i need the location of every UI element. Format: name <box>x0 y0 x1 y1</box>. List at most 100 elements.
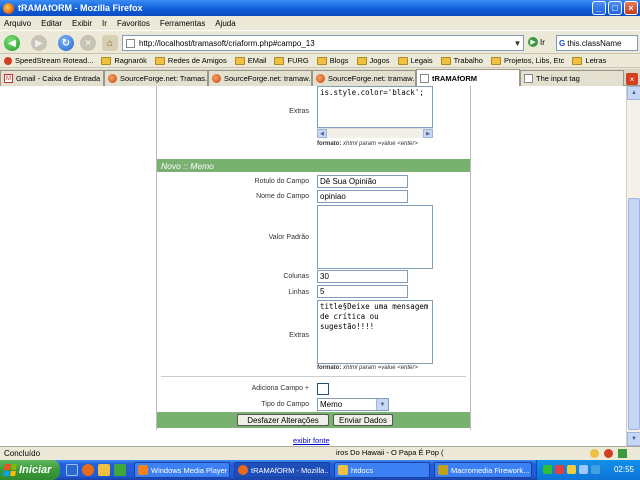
system-tray: 02:55 <box>536 460 640 480</box>
title-bar: tRAMAfORM - Mozilla Firefox _ □ × <box>0 0 640 16</box>
minimize-button[interactable]: _ <box>592 1 606 15</box>
desfazer-button[interactable]: Desfazer Alterações <box>237 414 329 426</box>
tab-sourceforge-1[interactable]: SourceForge.net: Tramas... <box>104 70 208 86</box>
menu-ferramentas[interactable]: Ferramentas <box>160 19 205 28</box>
format-hint-2: formato: xhtml param =value <enter> <box>317 365 418 371</box>
go-label: Ir <box>540 37 545 47</box>
colunas-input[interactable]: 30 <box>317 270 408 283</box>
clock: 02:55 <box>613 465 634 474</box>
close-tab-icon[interactable]: × <box>626 73 638 85</box>
menu-favoritos[interactable]: Favoritos <box>117 19 150 28</box>
scroll-right-icon[interactable]: ▶ <box>423 129 433 138</box>
maximize-button[interactable]: □ <box>608 1 622 15</box>
menu-exibir[interactable]: Exibir <box>72 19 92 28</box>
tab-input-tag[interactable]: The input tag <box>520 70 624 86</box>
desktop-quicklaunch-icon[interactable] <box>114 464 126 476</box>
scroll-thumb[interactable] <box>628 198 640 430</box>
tab-sourceforge-2[interactable]: SourceForge.net: tramaw... <box>208 70 312 86</box>
folder-icon <box>316 56 327 65</box>
exibir-fonte-link[interactable]: exibir fonte <box>293 436 330 445</box>
start-button[interactable]: Iniciar <box>0 460 60 480</box>
bookmark-speedstream[interactable]: SpeedStream Rotead... <box>4 56 93 65</box>
enviar-button[interactable]: Enviar Dados <box>333 414 393 426</box>
home-icon[interactable]: ⌂ <box>102 35 118 51</box>
rotulo-label: Rotulo do Campo <box>254 178 309 185</box>
address-bar[interactable]: http://localhost/tramasoft/criaform.php#… <box>122 35 524 51</box>
tab-bar: M Gmail - Caixa de Entrada SourceForge.ne… <box>0 69 640 86</box>
start-label: Iniciar <box>19 464 52 476</box>
bookmark-blogs[interactable]: Blogs <box>316 56 349 65</box>
back-arrow-icon[interactable]: ◀ <box>4 35 20 51</box>
bookmark-legais[interactable]: Legais <box>397 56 433 65</box>
nome-input[interactable]: opiniao <box>317 190 408 203</box>
page-content: Extras is.style.color='black'; ◀ ▶ forma… <box>0 86 626 446</box>
prev-extras-textarea[interactable]: is.style.color='black'; <box>317 86 433 128</box>
menu-editar[interactable]: Editar <box>41 19 62 28</box>
search-input[interactable]: G this.className <box>556 35 638 51</box>
form-button-bar: Desfazer Alterações Enviar Dados <box>157 412 470 428</box>
bookmark-jogos[interactable]: Jogos <box>356 56 390 65</box>
firefox-icon <box>238 465 248 475</box>
rotulo-input[interactable]: Dê Sua Opinião <box>317 175 408 188</box>
task-macromedia-fireworks[interactable]: Macromedia Firework... <box>434 462 532 478</box>
forward-arrow-icon[interactable]: ▶ <box>31 35 47 51</box>
adiciona-label: Adiciona Campo + <box>251 385 309 392</box>
bookmark-projetos[interactable]: Projetos, Libs, Etc <box>490 56 564 65</box>
extras-textarea[interactable]: title§Deixe uma mensagem de crítica ou s… <box>317 300 433 364</box>
scroll-down-icon[interactable]: ▼ <box>627 432 640 446</box>
page-scrollbar[interactable]: ▲ ▼ <box>626 86 640 446</box>
folder-icon <box>490 56 501 65</box>
bookmark-furg[interactable]: FURG <box>274 56 309 65</box>
url-history-dropdown-icon[interactable]: ▼ <box>512 36 523 50</box>
task-tramaform-firefox[interactable]: tRAMAfORM - Mozilla... <box>234 462 330 478</box>
adiciona-checkbox[interactable] <box>317 383 329 395</box>
folder-quicklaunch-icon[interactable] <box>98 464 110 476</box>
scroll-left-icon[interactable]: ◀ <box>317 129 327 138</box>
close-button[interactable]: × <box>624 1 638 15</box>
page-icon <box>524 74 533 83</box>
status-text: Concluído <box>4 449 41 458</box>
folder-icon <box>397 56 408 65</box>
tipo-select[interactable]: Memo ▼ <box>317 398 389 411</box>
go-button[interactable]: ▶ Ir <box>528 37 545 47</box>
form-panel: Extras is.style.color='black'; ◀ ▶ forma… <box>156 86 471 430</box>
section-title: Novo :: Memo <box>157 159 470 172</box>
bookmark-email[interactable]: EMail <box>234 56 266 65</box>
tab-gmail[interactable]: M Gmail - Caixa de Entrada <box>0 70 104 86</box>
reload-icon[interactable]: ↻ <box>58 35 74 51</box>
folder-icon <box>101 56 112 65</box>
menu-ajuda[interactable]: Ajuda <box>215 19 235 28</box>
tray-update-icon[interactable] <box>591 465 600 474</box>
menu-ir[interactable]: Ir <box>102 19 107 28</box>
page-icon <box>420 73 429 83</box>
task-windows-media-player[interactable]: Windows Media Player <box>134 462 230 478</box>
menu-bar: Arquivo Editar Exibir Ir Favoritos Ferra… <box>0 16 640 30</box>
firefox-icon <box>3 2 14 14</box>
tray-messenger-icon[interactable] <box>567 465 576 474</box>
bookmark-letras[interactable]: Letras <box>572 56 606 65</box>
tray-security-icon[interactable] <box>555 465 564 474</box>
folder-icon <box>572 56 583 65</box>
valor-textarea[interactable] <box>317 205 433 269</box>
tab-sourceforge-3[interactable]: SourceForge.net: tramaw... <box>312 70 416 86</box>
tab-tramaform[interactable]: tRAMAfORM <box>416 69 520 86</box>
bookmark-redes-de-amigos[interactable]: Redes de Amigos <box>154 56 227 65</box>
tray-volume-icon[interactable] <box>579 465 588 474</box>
bookmark-ragnarok[interactable]: Ragnarök <box>101 56 147 65</box>
tray-network-icon[interactable] <box>543 465 552 474</box>
menu-arquivo[interactable]: Arquivo <box>4 19 31 28</box>
status-extension-icon[interactable] <box>590 449 599 458</box>
linhas-input[interactable]: 5 <box>317 285 408 298</box>
stop-icon[interactable]: × <box>80 35 96 51</box>
status-addon-icon[interactable] <box>618 449 627 458</box>
divider <box>161 376 466 377</box>
status-alert-icon[interactable] <box>604 449 613 458</box>
prev-extras-hscrollbar[interactable]: ◀ ▶ <box>317 128 433 138</box>
bookmark-trabalho[interactable]: Trabalho <box>440 56 483 65</box>
folder-icon <box>338 465 348 475</box>
ie-quicklaunch-icon[interactable] <box>66 464 78 476</box>
task-htdocs[interactable]: htdocs <box>334 462 430 478</box>
go-arrow-icon: ▶ <box>528 37 538 47</box>
scroll-up-icon[interactable]: ▲ <box>627 86 640 100</box>
firefox-quicklaunch-icon[interactable] <box>82 464 94 476</box>
